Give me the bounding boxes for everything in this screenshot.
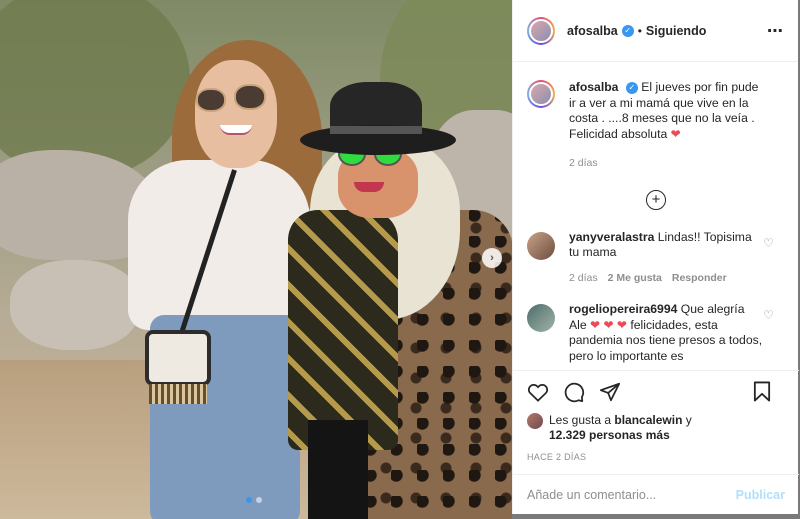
avatar-image bbox=[529, 82, 553, 106]
caption-username[interactable]: afosalba bbox=[569, 80, 618, 94]
commenter-username[interactable]: rogeliopereira6994 bbox=[569, 302, 677, 316]
likes-count[interactable]: 12.329 personas más bbox=[549, 428, 670, 442]
carousel-dot bbox=[256, 497, 262, 503]
publish-button[interactable]: Publicar bbox=[736, 488, 785, 502]
comments-section[interactable]: afosalba ✓ El jueves por fin pude ir a v… bbox=[513, 62, 799, 370]
comment-item: rogeliopereira6994 Que alegría Ale ❤ ❤ ❤… bbox=[513, 302, 799, 364]
caption: afosalba ✓ El jueves por fin pude ir a v… bbox=[513, 80, 799, 172]
avatar-image bbox=[529, 18, 553, 43]
background-rock bbox=[10, 260, 140, 350]
post-photo[interactable]: › bbox=[0, 0, 512, 519]
comment-body: yanyveralastra Lindas!! Topisima tu mama… bbox=[569, 230, 764, 287]
like-comment-heart-icon[interactable]: ♡ bbox=[763, 308, 775, 322]
comment-time[interactable]: 2 días bbox=[569, 271, 598, 287]
liker-username[interactable]: blancalewin bbox=[614, 413, 682, 427]
load-more-comments[interactable]: + bbox=[513, 189, 799, 210]
shoulder-bag bbox=[145, 330, 211, 386]
red-heart-emoji-icon: ❤ bbox=[670, 126, 681, 141]
action-icons bbox=[527, 379, 785, 405]
sunglasses-lens bbox=[196, 88, 226, 112]
chevron-right-icon: › bbox=[490, 252, 494, 264]
post-sidebar: afosalba ✓ • Siguiendo ⋯ afosalba ✓ El j… bbox=[512, 0, 799, 514]
commenter-avatar[interactable] bbox=[527, 231, 555, 260]
following-button[interactable]: Siguiendo bbox=[646, 24, 706, 38]
woman-left-smile bbox=[220, 125, 252, 135]
likes-and: y bbox=[685, 413, 692, 427]
red-heart-emoji-icon: ❤ bbox=[590, 317, 601, 332]
sunglasses-lens bbox=[234, 84, 266, 110]
comment-meta: 2 días 2 Me gusta Responder bbox=[569, 271, 764, 287]
caption-meta: 2 días bbox=[569, 156, 764, 172]
like-comment-heart-icon[interactable]: ♡ bbox=[763, 236, 775, 250]
bag-fringe bbox=[149, 384, 207, 404]
woman-left-blouse bbox=[128, 160, 310, 330]
red-heart-emoji-icon: ❤ bbox=[616, 317, 627, 332]
caption-time[interactable]: 2 días bbox=[569, 156, 598, 172]
plus-circle-icon[interactable]: + bbox=[646, 189, 666, 210]
comment-likes[interactable]: 2 Me gusta bbox=[608, 271, 662, 287]
woman-right-pants bbox=[308, 420, 368, 519]
post-header: afosalba ✓ • Siguiendo ⋯ bbox=[513, 0, 798, 62]
more-options-icon[interactable]: ⋯ bbox=[767, 21, 784, 41]
carousel-next-button[interactable]: › bbox=[482, 248, 502, 268]
comment-item: yanyveralastra Lindas!! Topisima tu mama… bbox=[513, 230, 799, 287]
comment-bubble-icon[interactable] bbox=[563, 381, 585, 403]
post-actions: Les gusta a blancalewin y 12.329 persona… bbox=[513, 370, 799, 474]
red-heart-emoji-icon: ❤ bbox=[603, 317, 614, 332]
verified-badge-icon: ✓ bbox=[625, 81, 638, 94]
author-avatar[interactable] bbox=[527, 16, 555, 45]
likes-prefix: Les gusta a bbox=[549, 413, 612, 427]
header-separator: • bbox=[637, 23, 642, 38]
save-bookmark-icon[interactable] bbox=[753, 381, 771, 402]
post-timestamp[interactable]: HACE 2 DÍAS bbox=[527, 452, 785, 462]
woman-left-face bbox=[195, 60, 277, 168]
reply-button[interactable]: Responder bbox=[672, 271, 727, 287]
comment-body: rogeliopereira6994 Que alegría Ale ❤ ❤ ❤… bbox=[569, 302, 764, 364]
comment-composer: Añade un comentario... Publicar bbox=[513, 474, 799, 514]
commenter-username[interactable]: yanyveralastra bbox=[569, 230, 654, 244]
carousel-dots bbox=[246, 497, 262, 503]
comment-input[interactable]: Añade un comentario... bbox=[527, 488, 736, 502]
likes-summary: Les gusta a blancalewin y 12.329 persona… bbox=[527, 413, 785, 443]
like-heart-icon[interactable] bbox=[527, 382, 549, 402]
liker-avatar[interactable] bbox=[527, 413, 543, 429]
author-username[interactable]: afosalba bbox=[567, 24, 618, 38]
verified-badge-icon: ✓ bbox=[621, 24, 634, 37]
carousel-dot-active bbox=[246, 497, 252, 503]
caption-avatar[interactable] bbox=[527, 80, 555, 108]
share-paper-plane-icon[interactable] bbox=[599, 381, 621, 403]
caption-body: afosalba ✓ El jueves por fin pude ir a v… bbox=[569, 80, 764, 172]
woman-right-blouse bbox=[288, 210, 398, 450]
hat-band bbox=[330, 126, 422, 134]
likes-text: Les gusta a blancalewin y 12.329 persona… bbox=[549, 413, 692, 443]
commenter-avatar[interactable] bbox=[527, 304, 555, 332]
